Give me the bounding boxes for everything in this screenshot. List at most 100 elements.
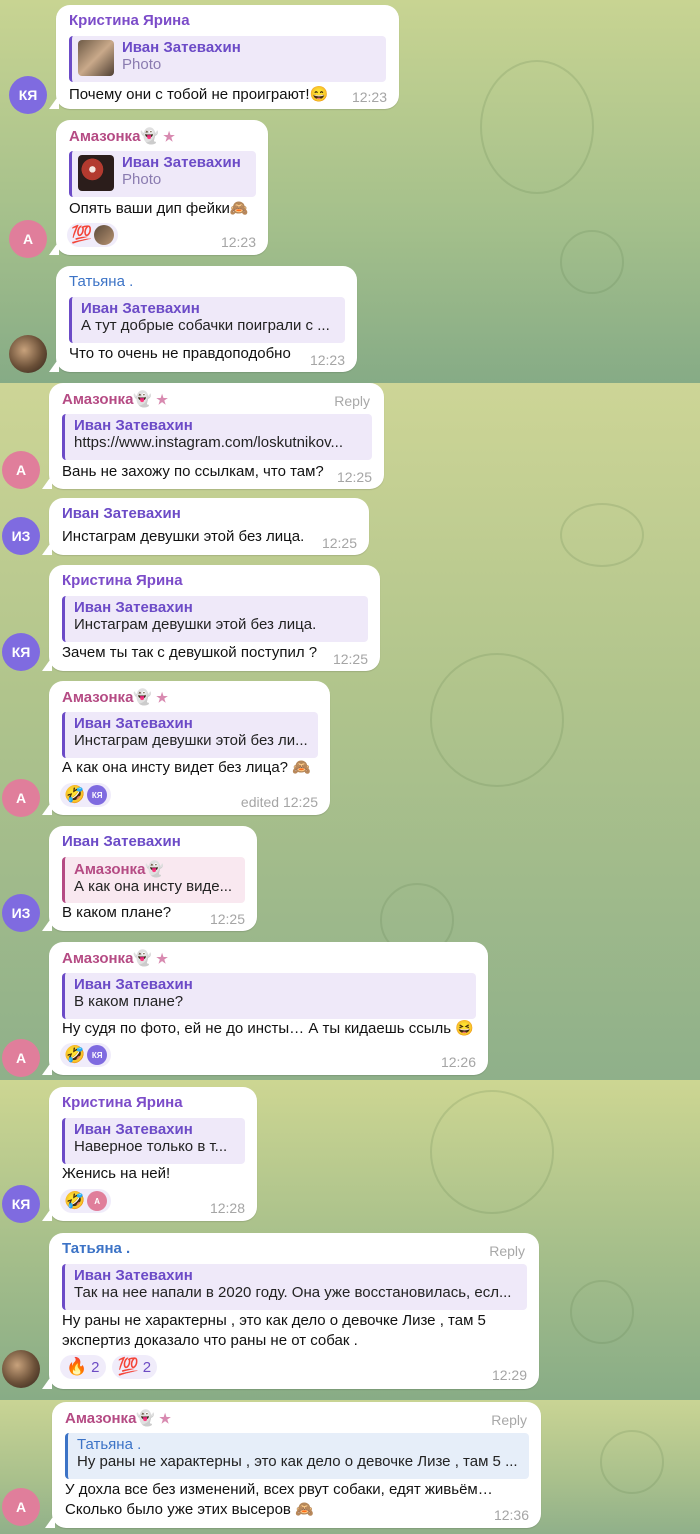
- reply-quote[interactable]: Амазонка👻 А как она инсту виде...: [62, 857, 245, 903]
- sender-name[interactable]: Амазонка👻 ★: [62, 390, 168, 408]
- reply-button[interactable]: Reply: [334, 393, 370, 409]
- rofl-emoji-icon: 🤣: [64, 1191, 86, 1210]
- avatar[interactable]: [9, 335, 47, 373]
- reply-quote[interactable]: Татьяна . Ну раны не характерны , это ка…: [65, 1433, 529, 1479]
- avatar[interactable]: [2, 1350, 40, 1388]
- reaction-count: 2: [142, 1358, 152, 1376]
- message-text: Женись на ней!: [62, 1165, 171, 1182]
- background-doodle: [480, 60, 594, 194]
- reaction-rofl[interactable]: 🤣 А: [60, 1189, 112, 1213]
- reply-quote[interactable]: Иван Затевахин Photo: [69, 151, 256, 197]
- quote-sender: Иван Затевахин: [122, 39, 241, 56]
- reactor-avatar: КЯ: [87, 1045, 108, 1065]
- message-time: 12:25: [336, 469, 372, 485]
- photo-thumbnail: [78, 155, 114, 191]
- sender-name-text: Амазонка👻: [65, 1410, 156, 1427]
- reply-quote[interactable]: Иван Затевахин Photo: [69, 36, 386, 82]
- sender-name[interactable]: Кристина Ярина: [62, 572, 183, 589]
- quote-text: Инстаграм девушки этой без лица.: [74, 616, 317, 633]
- reply-button[interactable]: Reply: [489, 1243, 525, 1259]
- message-bubble[interactable]: Татьяна . Иван Затевахин А тут добрые со…: [49, 266, 357, 372]
- reply-quote[interactable]: Иван Затевахин Так на нее напали в 2020 …: [62, 1264, 527, 1310]
- reply-quote[interactable]: Иван Затевахин https://www.instagram.com…: [62, 414, 372, 460]
- sender-name[interactable]: Татьяна .: [69, 273, 133, 290]
- quote-sender: Иван Затевахин: [74, 417, 193, 434]
- bubble-tail: [42, 917, 52, 931]
- avatar[interactable]: ИЗ: [2, 894, 40, 932]
- avatar[interactable]: ИЗ: [2, 517, 40, 555]
- quote-text: А как она инсту виде...: [74, 878, 233, 895]
- sender-name[interactable]: Амазонка👻 ★: [65, 1409, 171, 1427]
- avatar[interactable]: КЯ: [2, 1185, 40, 1223]
- message-bubble[interactable]: Татьяна . Reply Иван Затевахин Так на не…: [42, 1233, 539, 1389]
- reply-quote[interactable]: Иван Затевахин Инстаграм девушки этой бе…: [62, 596, 368, 642]
- reaction-rofl[interactable]: 🤣 КЯ: [60, 1043, 112, 1067]
- message-time: 12:28: [209, 1200, 245, 1216]
- reaction-count: 2: [91, 1358, 100, 1376]
- sender-name[interactable]: Татьяна .: [62, 1240, 130, 1257]
- reaction-rofl[interactable]: 🤣 КЯ: [60, 783, 112, 807]
- sender-name[interactable]: Иван Затевахин: [62, 505, 181, 522]
- message-bubble[interactable]: Иван Затевахин Амазонка👻 А как она инсту…: [42, 826, 257, 931]
- quote-sender: Иван Затевахин: [74, 1267, 193, 1284]
- reply-quote[interactable]: Иван Затевахин В каком плане?: [62, 973, 476, 1019]
- quote-text: https://www.instagram.com/loskutnikov...: [74, 434, 343, 451]
- message-bubble[interactable]: Кристина Ярина Иван Затевахин Наверное т…: [42, 1087, 257, 1221]
- sender-name-text: Амазонка👻: [69, 128, 160, 145]
- message-bubble[interactable]: Амазонка👻 ★ Иван Затевахин В каком плане…: [42, 942, 488, 1075]
- quote-sender: Амазонка👻: [74, 861, 165, 878]
- sender-name[interactable]: Иван Затевахин: [62, 833, 181, 850]
- message-bubble[interactable]: Кристина Ярина Иван Затевахин Photo Поче…: [49, 5, 399, 109]
- hundred-points-icon: 💯: [71, 225, 93, 244]
- avatar[interactable]: КЯ: [9, 76, 47, 114]
- reply-quote[interactable]: Иван Затевахин Инстаграм девушки этой бе…: [62, 712, 318, 758]
- message-text-line: экспертиз доказало что раны не от собак …: [62, 1332, 358, 1349]
- background-doodle: [560, 503, 644, 567]
- reactions: 🤣 КЯ: [60, 1043, 112, 1067]
- avatar[interactable]: А: [2, 1039, 40, 1077]
- avatar[interactable]: А: [2, 779, 40, 817]
- reply-quote[interactable]: Иван Затевахин А тут добрые собачки поиг…: [69, 297, 345, 343]
- sender-name[interactable]: Амазонка👻 ★: [69, 127, 175, 145]
- message-time: 12:25: [209, 911, 245, 927]
- reaction-100[interactable]: 💯 2: [111, 1355, 158, 1379]
- avatar[interactable]: КЯ: [2, 633, 40, 671]
- avatar[interactable]: А: [2, 451, 40, 489]
- message-text: У дохла все без изменений, всех рвут соб…: [65, 1480, 493, 1520]
- reaction-fire[interactable]: 🔥 2: [60, 1355, 106, 1379]
- star-icon: ★: [163, 129, 175, 144]
- sender-name[interactable]: Кристина Ярина: [62, 1094, 183, 1111]
- quote-sender: Иван Затевахин: [74, 976, 193, 993]
- message-bubble[interactable]: Амазонка👻 ★ Reply Татьяна . Ну раны не х…: [45, 1402, 541, 1528]
- quote-text: Ну раны не характерны , это как дело о д…: [77, 1453, 518, 1470]
- quote-text: Photo: [122, 56, 162, 73]
- bubble-tail: [45, 1514, 55, 1528]
- reactor-avatar: А: [87, 1191, 108, 1211]
- sender-name[interactable]: Амазонка👻 ★: [62, 688, 168, 706]
- message-bubble[interactable]: Амазонка👻 ★ Reply Иван Затевахин https:/…: [42, 383, 384, 489]
- message-bubble[interactable]: Кристина Ярина Иван Затевахин Инстаграм …: [42, 565, 380, 671]
- message-text: Вань не захожу по ссылкам, что там?: [62, 463, 324, 480]
- message-bubble[interactable]: Амазонка👻 ★ Иван Затевахин Photo Опять в…: [49, 120, 268, 255]
- reactions: 🔥 2 💯 2: [60, 1355, 158, 1379]
- bubble-tail: [49, 241, 59, 255]
- bubble-tail: [42, 475, 52, 489]
- sender-name[interactable]: Кристина Ярина: [69, 12, 190, 29]
- reactor-avatar: КЯ: [87, 785, 108, 805]
- avatar[interactable]: А: [9, 220, 47, 258]
- message-text: Инстаграм девушки этой без лица.: [62, 528, 305, 545]
- quote-text: А тут добрые собачки поиграли с ...: [81, 317, 330, 334]
- message-bubble[interactable]: Амазонка👻 ★ Иван Затевахин Инстаграм дев…: [42, 681, 330, 815]
- bubble-tail: [42, 1207, 52, 1221]
- star-icon: ★: [156, 392, 168, 407]
- avatar[interactable]: А: [2, 1488, 40, 1526]
- message-time: 12:23: [309, 352, 345, 368]
- sender-name[interactable]: Амазонка👻 ★: [62, 949, 168, 967]
- reply-quote[interactable]: Иван Затевахин Наверное только в т...: [62, 1118, 245, 1164]
- reply-button[interactable]: Reply: [491, 1412, 527, 1428]
- message-bubble[interactable]: Иван Затевахин Инстаграм девушки этой бе…: [42, 498, 369, 555]
- reaction-100[interactable]: 💯: [67, 223, 119, 247]
- quote-sender: Иван Затевахин: [74, 715, 193, 732]
- quote-sender: Иван Затевахин: [81, 300, 200, 317]
- quote-sender: Иван Затевахин: [74, 599, 193, 616]
